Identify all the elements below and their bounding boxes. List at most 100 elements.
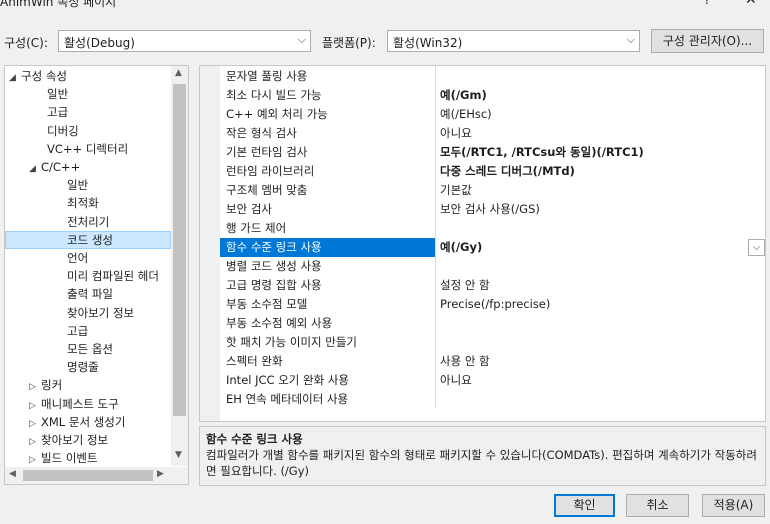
tree-item[interactable]: 미리 컴파일된 헤더 xyxy=(67,267,159,285)
tree-item-label: 일반 xyxy=(67,178,89,193)
tree-horizontal-scrollbar[interactable]: ◀ ▶ xyxy=(5,467,188,484)
tree-item-label: XML 문서 생성기 xyxy=(41,414,126,429)
tree-item[interactable]: 언어 xyxy=(67,249,88,267)
tree-item-label: 찾아보기 정보 xyxy=(41,433,109,447)
property-value[interactable]: 보안 검사 사용(/GS) xyxy=(440,200,540,219)
property-name: 보안 검사 xyxy=(226,202,272,216)
property-name: 작은 형식 검사 xyxy=(226,126,297,140)
tree-item[interactable]: 고급 xyxy=(67,322,88,340)
scroll-thumb[interactable] xyxy=(173,84,186,416)
property-row[interactable]: 최소 다시 빌드 가능 예(/Gm) xyxy=(220,86,765,105)
tree-item[interactable]: 일반 xyxy=(47,85,68,103)
config-combo[interactable]: 활성(Debug) ⌵ xyxy=(58,30,311,52)
scroll-up-icon[interactable]: ▲ xyxy=(175,68,182,78)
tree-item[interactable]: ◢ 구성 속성 xyxy=(9,67,67,85)
property-row[interactable]: 구조체 멤버 맞춤 기본값 xyxy=(220,181,765,200)
property-row[interactable]: 스펙터 완화 사용 안 함 xyxy=(220,352,765,371)
property-row[interactable]: Intel JCC 오기 완화 사용 아니요 xyxy=(220,371,765,390)
property-value[interactable]: 아니요 xyxy=(440,371,472,390)
tree-item-label: 전처리기 xyxy=(67,214,110,229)
property-value[interactable]: 예(/Gy) xyxy=(440,238,482,257)
tree-item[interactable]: ◢ C/C++ xyxy=(29,158,80,176)
property-row[interactable]: 부동 소수점 모델 Precise(/fp:precise) xyxy=(220,295,765,314)
description-text: 컴파일러가 개별 함수를 패키지된 함수의 형태로 패키지할 수 있습니다(CO… xyxy=(206,448,757,478)
tree-item[interactable]: 코드 생성 xyxy=(67,231,113,249)
property-row[interactable]: 런타임 라이브러리 다중 스레드 디버그(/MTd) xyxy=(220,162,765,181)
property-row[interactable]: 함수 수준 링크 사용 예(/Gy) ⌵ xyxy=(220,238,765,257)
property-value[interactable]: 설정 안 함 xyxy=(440,276,490,295)
tree-item[interactable]: ▷ 찾아보기 정보 xyxy=(29,431,108,449)
property-value[interactable]: 모두(/RTC1, /RTCsu와 동일)(/RTC1) xyxy=(440,143,644,162)
property-row[interactable]: 문자열 풀링 사용 xyxy=(220,67,765,86)
property-name: EH 연속 메타데이터 사용 xyxy=(226,392,349,406)
tree-item[interactable]: ▷ 링커 xyxy=(29,376,62,394)
platform-combo[interactable]: 활성(Win32) ⌵ xyxy=(387,30,640,52)
property-value[interactable]: Precise(/fp:precise) xyxy=(440,295,550,314)
property-row[interactable]: 병렬 코드 생성 사용 xyxy=(220,257,765,276)
chevron-down-icon[interactable]: ⌵ xyxy=(748,239,765,256)
config-manager-button[interactable]: 구성 관리자(O)... xyxy=(651,29,764,53)
scroll-right-icon[interactable]: ▶ xyxy=(157,469,164,479)
property-name: C++ 예외 처리 가능 xyxy=(226,107,328,121)
property-row[interactable]: 기본 런타임 검사 모두(/RTC1, /RTCsu와 동일)(/RTC1) xyxy=(220,143,765,162)
property-name: 부동 소수점 모델 xyxy=(226,297,308,311)
expanded-arrow-icon[interactable]: ◢ xyxy=(9,69,21,87)
tree-item[interactable]: 디버깅 xyxy=(47,122,79,140)
property-value[interactable]: 다중 스레드 디버그(/MTd) xyxy=(440,162,575,181)
tree-vertical-scrollbar[interactable]: ▲ ▼ xyxy=(171,66,188,466)
tree-item[interactable]: 일반 xyxy=(67,176,88,194)
property-name: 문자열 풀링 사용 xyxy=(226,69,308,83)
ok-button[interactable]: 확인 xyxy=(554,494,615,517)
property-row[interactable]: 핫 패치 가능 이미지 만들기 xyxy=(220,333,765,352)
tree-item[interactable]: 최적화 xyxy=(67,194,99,212)
apply-button[interactable]: 적용(A) xyxy=(702,494,765,517)
property-value[interactable]: 기본값 xyxy=(440,181,472,200)
config-label: 구성(C): xyxy=(4,36,48,50)
property-name: 고급 명령 집합 사용 xyxy=(226,278,322,292)
tree-item-label: 매니페스트 도구 xyxy=(41,396,119,411)
tree-item-label: 코드 생성 xyxy=(67,232,113,247)
tree-item[interactable]: ▷ 매니페스트 도구 xyxy=(29,395,119,413)
scroll-left-icon[interactable]: ◀ xyxy=(9,469,16,479)
property-value[interactable]: 예(/EHsc) xyxy=(440,105,492,124)
tree-item[interactable]: 모든 옵션 xyxy=(67,340,113,358)
scroll-thumb[interactable] xyxy=(23,470,153,481)
scroll-down-icon[interactable]: ▼ xyxy=(175,450,182,460)
property-name: 부동 소수점 예외 사용 xyxy=(226,316,333,330)
help-button[interactable]: ? xyxy=(704,0,710,7)
category-tree[interactable]: ◢ 구성 속성 일반 고급 디버깅 VC++ 디렉터리 ◢ C/C++ 일반 최적화 전처리기 코드 … xyxy=(4,65,189,485)
property-value[interactable]: 사용 안 함 xyxy=(440,352,490,371)
chevron-down-icon: ⌵ xyxy=(626,33,635,46)
tree-item[interactable]: 찾아보기 정보 xyxy=(67,304,134,322)
grid-gutter xyxy=(200,66,220,421)
property-name: 핫 패치 가능 이미지 만들기 xyxy=(226,335,358,349)
property-grid[interactable]: 문자열 풀링 사용 최소 다시 빌드 가능 예(/Gm) C++ 예외 처리 가능 예(… xyxy=(199,65,766,422)
tree-item[interactable]: 출력 파일 xyxy=(67,285,113,303)
property-row[interactable]: 행 가드 제어 xyxy=(220,219,765,238)
cancel-button[interactable]: 취소 xyxy=(626,494,689,517)
property-row[interactable]: EH 연속 메타데이터 사용 xyxy=(220,390,765,409)
tree-item[interactable]: 명령줄 xyxy=(67,358,99,376)
tree-item[interactable]: 고급 xyxy=(47,103,68,121)
property-row[interactable]: 보안 검사 보안 검사 사용(/GS) xyxy=(220,200,765,219)
close-icon[interactable]: ✕ xyxy=(745,0,757,8)
property-name: 병렬 코드 생성 사용 xyxy=(226,259,322,273)
tree-item-label: 빌드 이벤트 xyxy=(41,451,98,466)
property-row[interactable]: 부동 소수점 예외 사용 xyxy=(220,314,765,333)
property-row[interactable]: 고급 명령 집합 사용 설정 안 함 xyxy=(220,276,765,295)
tree-item[interactable]: ▷ 빌드 이벤트 xyxy=(29,449,98,467)
title-bar: AnimWin 속성 페이지 ? ✕ xyxy=(0,0,770,11)
tree-item[interactable]: 전처리기 xyxy=(67,213,109,231)
tree-item[interactable]: ▷ XML 문서 생성기 xyxy=(29,413,125,431)
tree-item-label: 고급 xyxy=(67,323,89,338)
tree-item-label: 구성 속성 xyxy=(21,69,67,83)
property-name: 기본 런타임 검사 xyxy=(226,145,308,159)
property-value[interactable]: 예(/Gm) xyxy=(440,86,487,105)
expanded-arrow-icon[interactable]: ◢ xyxy=(29,160,41,178)
property-row[interactable]: C++ 예외 처리 가능 예(/EHsc) xyxy=(220,105,765,124)
tree-item[interactable]: VC++ 디렉터리 xyxy=(47,140,128,158)
chevron-down-icon: ⌵ xyxy=(297,33,306,46)
property-value[interactable]: 아니요 xyxy=(440,124,472,143)
property-name: 런타임 라이브러리 xyxy=(226,164,315,178)
property-row[interactable]: 작은 형식 검사 아니요 xyxy=(220,124,765,143)
